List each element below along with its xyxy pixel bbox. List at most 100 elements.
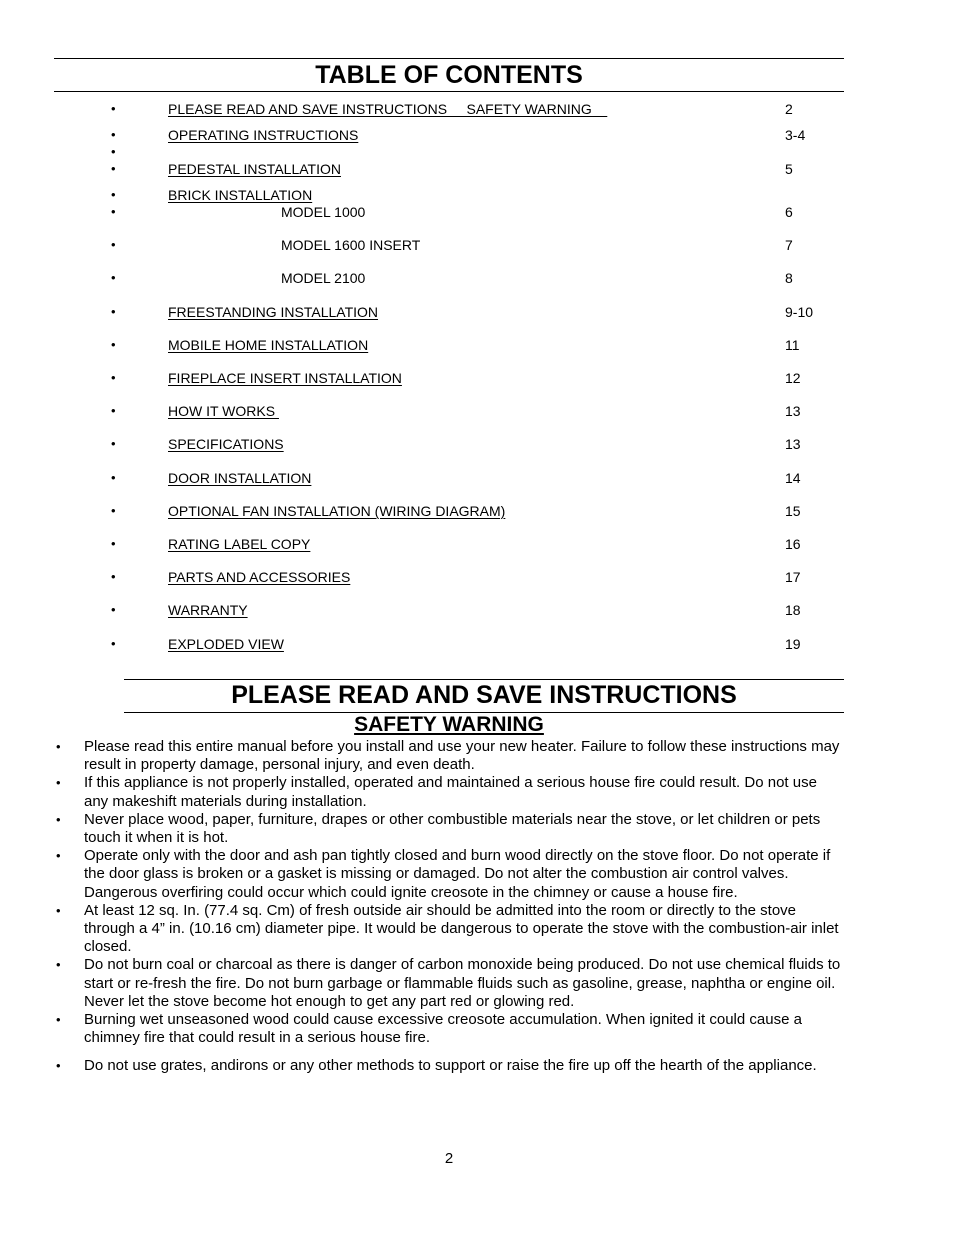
toc-entry-page: 9-10 <box>785 304 814 320</box>
safety-warning-heading: SAFETY WARNING <box>354 713 544 736</box>
warning-text: Please read this entire manual before yo… <box>84 738 840 774</box>
toc-entry-page: 18 <box>785 602 801 618</box>
toc-entry-label: MODEL 2100 <box>281 270 366 286</box>
bullet-icon: • <box>111 304 116 319</box>
bullet-icon: • <box>111 101 116 116</box>
toc-entry-label[interactable]: OPERATING INSTRUCTIONS <box>168 126 358 144</box>
toc-entry-label[interactable]: FREESTANDING INSTALLATION <box>168 303 378 321</box>
bullet-icon: • <box>111 144 116 159</box>
toc-entry-specifications[interactable]: • SPECIFICATIONS 13 <box>0 435 954 453</box>
toc-entry-page: 11 <box>785 337 800 353</box>
toc-entry-rating-label[interactable]: • RATING LABEL COPY 16 <box>0 535 954 553</box>
toc-entry-brick[interactable]: • BRICK INSTALLATION <box>0 186 954 204</box>
warning-item: • Do not burn coal or charcoal as there … <box>0 956 844 1011</box>
toc-entry-model-2100: • MODEL 2100 8 <box>0 269 954 287</box>
warning-item: • Please read this entire manual before … <box>0 738 844 774</box>
toc-entry-label[interactable]: RATING LABEL COPY <box>168 535 310 553</box>
bullet-icon: • <box>56 848 61 864</box>
toc-title: TABLE OF CONTENTS <box>315 61 583 89</box>
warning-text: Burning wet unseasoned wood could cause … <box>84 1011 802 1047</box>
bullet-icon: • <box>111 569 116 584</box>
warning-text: Do not use grates, andirons or any other… <box>84 1057 817 1075</box>
toc-entry-page: 16 <box>785 536 801 552</box>
warning-text: If this appliance is not properly instal… <box>84 774 817 810</box>
toc-entry-label[interactable]: PARTS AND ACCESSORIES <box>168 568 350 586</box>
warning-item: • Do not use grates, andirons or any oth… <box>0 1057 844 1075</box>
toc-entry-optional-fan[interactable]: • OPTIONAL FAN INSTALLATION (WIRING DIAG… <box>0 502 954 520</box>
toc-entry-label[interactable]: PEDESTAL INSTALLATION <box>168 160 341 178</box>
toc-entry-label[interactable]: FIREPLACE INSERT INSTALLATION <box>168 369 402 387</box>
bullet-icon: • <box>111 127 116 142</box>
toc-entry-parts[interactable]: • PARTS AND ACCESSORIES 17 <box>0 568 954 586</box>
page-number: 2 <box>444 1150 454 1167</box>
toc-entry-page: 13 <box>785 403 801 419</box>
bullet-icon: • <box>111 536 116 551</box>
bullet-icon: • <box>56 902 61 918</box>
toc-entry-label[interactable]: EXPLODED VIEW <box>168 635 284 653</box>
toc-entry-fireplace-insert[interactable]: • FIREPLACE INSERT INSTALLATION 12 <box>0 369 954 387</box>
bullet-icon: • <box>56 1012 61 1028</box>
toc-entry-label[interactable]: SPECIFICATIONS <box>168 435 284 453</box>
bullet-icon: • <box>56 775 61 791</box>
warning-item: • Never place wood, paper, furniture, dr… <box>0 811 844 847</box>
toc-entry-label[interactable]: HOW IT WORKS <box>168 402 279 420</box>
safety-warning-list: • Please read this entire manual before … <box>0 738 954 1076</box>
toc-entry-operating[interactable]: • OPERATING INSTRUCTIONS 3-4 <box>0 126 954 144</box>
toc-bottom-rule <box>54 91 844 92</box>
toc-entry-label[interactable]: MOBILE HOME INSTALLATION <box>168 336 368 354</box>
toc-entry-page: 17 <box>785 569 801 585</box>
bullet-icon: • <box>111 270 116 285</box>
toc-entry-warranty[interactable]: • WARRANTY 18 <box>0 601 954 619</box>
warning-item: • At least 12 sq. In. (77.4 sq. Cm) of f… <box>0 902 844 957</box>
bullet-icon: • <box>111 503 116 518</box>
bullet-icon: • <box>111 204 116 219</box>
toc-entry-how-it-works[interactable]: • HOW IT WORKS 13 <box>0 402 954 420</box>
section-subtitle: SAFETY WARNING <box>124 712 774 738</box>
bullet-icon: • <box>56 957 61 973</box>
warning-item: • If this appliance is not properly inst… <box>0 774 844 810</box>
bullet-icon: • <box>111 161 116 176</box>
toc-entry-page: 13 <box>785 436 801 452</box>
toc-entry-page: 15 <box>785 503 801 519</box>
toc-entry-door[interactable]: • DOOR INSTALLATION 14 <box>0 469 954 487</box>
toc-entry-page: 5 <box>785 161 793 177</box>
toc-entry-model-1000: • MODEL 1000 6 <box>0 203 954 221</box>
toc-entry-label[interactable]: WARRANTY <box>168 601 248 619</box>
toc-entry-page: 7 <box>785 237 793 253</box>
toc-entry-page: 8 <box>785 270 793 286</box>
toc-entry-freestanding[interactable]: • FREESTANDING INSTALLATION 9-10 <box>0 303 954 321</box>
warning-item: • Operate only with the door and ash pan… <box>0 847 844 902</box>
toc-entry-label: MODEL 1000 <box>281 204 366 220</box>
toc-entry-page: 3-4 <box>785 127 806 143</box>
toc-entry-label[interactable]: OPTIONAL FAN INSTALLATION (WIRING DIAGRA… <box>168 502 505 520</box>
warning-item: • Burning wet unseasoned wood could caus… <box>0 1011 844 1047</box>
toc-entry-safety[interactable]: • PLEASE READ AND SAVE INSTRUCTIONS SAFE… <box>0 100 954 118</box>
warning-text: At least 12 sq. In. (77.4 sq. Cm) of fre… <box>84 901 839 956</box>
toc-entry-label[interactable]: PLEASE READ AND SAVE INSTRUCTIONS SAFETY… <box>168 100 607 118</box>
bullet-icon: • <box>111 436 116 451</box>
toc-entry-exploded-view[interactable]: • EXPLODED VIEW 19 <box>0 635 954 653</box>
toc-top-rule <box>54 58 844 59</box>
toc-entry-label: MODEL 1600 INSERT <box>281 237 421 253</box>
warning-text: Never place wood, paper, furniture, drap… <box>84 810 821 847</box>
toc-entry-page: 12 <box>785 370 801 386</box>
bullet-icon: • <box>56 739 61 754</box>
bullet-icon: • <box>111 370 116 385</box>
bullet-icon: • <box>56 1058 61 1074</box>
toc-entry-pedestal[interactable]: • PEDESTAL INSTALLATION 5 <box>0 160 954 178</box>
toc-entry-page: 14 <box>785 470 801 486</box>
bullet-icon: • <box>111 403 116 418</box>
bullet-icon: • <box>111 187 116 202</box>
bullet-icon: • <box>111 237 116 252</box>
section-title: PLEASE READ AND SAVE INSTRUCTIONS <box>231 681 737 709</box>
toc-entry-mobile-home[interactable]: • MOBILE HOME INSTALLATION 11 <box>0 336 954 354</box>
toc-entry-page: 2 <box>785 101 793 117</box>
bullet-icon: • <box>111 602 116 617</box>
toc-entry-label[interactable]: BRICK INSTALLATION <box>168 186 312 204</box>
toc-entry-model-1600: • MODEL 1600 INSERT 7 <box>0 236 954 254</box>
bullet-icon: • <box>111 337 116 352</box>
toc-entry-empty: • <box>0 143 954 161</box>
bullet-icon: • <box>56 811 61 827</box>
toc-entry-label[interactable]: DOOR INSTALLATION <box>168 469 311 487</box>
toc-entry-page: 19 <box>785 636 801 652</box>
